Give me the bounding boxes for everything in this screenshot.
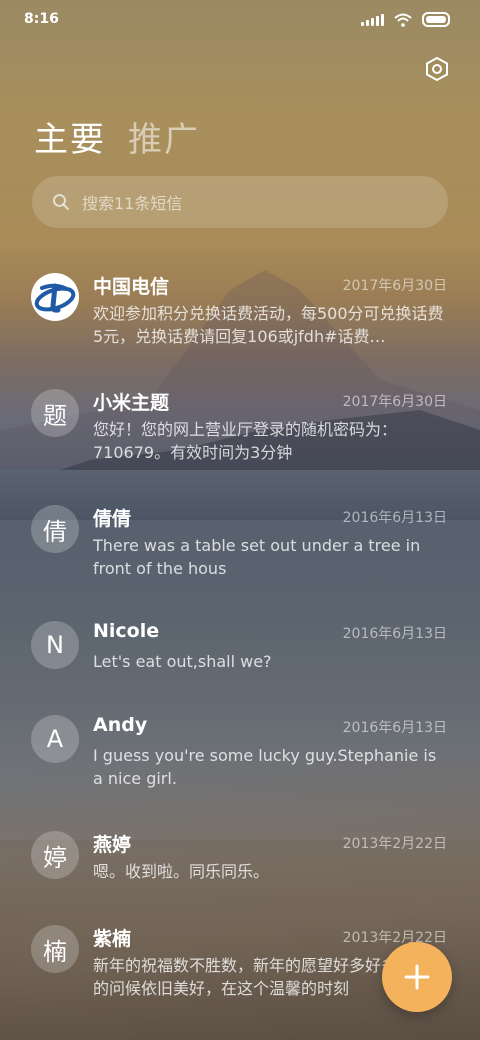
wifi-icon — [394, 13, 412, 27]
conversation-name: 倩倩 — [93, 508, 132, 530]
search-icon — [53, 194, 69, 210]
china-telecom-logo-icon — [31, 273, 79, 321]
conversation-date: 2016年6月13日 — [342, 626, 447, 642]
avatar: 楠 — [31, 925, 79, 973]
status-bar: 8:16 — [0, 0, 480, 40]
conversation-preview: There was a table set out under a tree i… — [93, 536, 421, 578]
new-message-button[interactable] — [382, 942, 452, 1012]
conversation-item[interactable]: 倩 倩倩 2016年6月13日 There was a table set ou… — [0, 504, 480, 596]
conversation-name: 中国电信 — [93, 276, 170, 298]
conversation-date: 2016年6月13日 — [342, 720, 447, 736]
conversation-preview: 您好！您的网上营业厅登录的随机密码为：710679。有效时间为3分钟 — [93, 420, 398, 462]
avatar: N — [31, 621, 79, 669]
conversation-date: 2016年6月13日 — [342, 510, 447, 526]
conversation-name: 燕婷 — [93, 834, 132, 856]
avatar: 倩 — [31, 505, 79, 553]
conversation-preview: I guess you're some lucky guy.Stephanie … — [93, 746, 437, 788]
conversation-name: 小米主题 — [93, 392, 170, 414]
system-icons — [361, 12, 450, 27]
avatar: 题 — [31, 389, 79, 437]
battery-icon — [422, 12, 450, 27]
conversation-item[interactable]: 婷 燕婷 2013年2月22日 嗯。收到啦。同乐同乐。 — [0, 830, 480, 922]
conversation-item[interactable]: 题 小米主题 2017年6月30日 您好！您的网上营业厅登录的随机密码为：710… — [0, 388, 480, 480]
settings-icon[interactable] — [424, 56, 450, 82]
tab-bar: 主要 推广 — [34, 112, 200, 161]
status-time: 8:16 — [24, 11, 59, 27]
tab-promotions[interactable]: 推广 — [128, 112, 200, 161]
conversation-date: 2013年2月22日 — [342, 836, 447, 852]
conversation-item[interactable]: A Andy 2016年6月13日 I guess you're some lu… — [0, 714, 480, 806]
conversation-item[interactable]: 中国电信 2017年6月30日 欢迎参加积分兑换话费活动，每500分可兑换话费5… — [0, 272, 480, 364]
plus-icon — [404, 964, 430, 990]
conversation-date: 2017年6月30日 — [342, 278, 447, 294]
conversation-name: Nicole — [93, 620, 160, 642]
conversation-preview: Let's eat out,shall we? — [93, 652, 272, 671]
signal-icon — [361, 13, 384, 26]
avatar: A — [31, 715, 79, 763]
search-bar[interactable]: 搜索11条短信 — [32, 176, 448, 228]
conversation-date: 2013年2月22日 — [342, 930, 447, 946]
conversation-preview: 嗯。收到啦。同乐同乐。 — [93, 862, 270, 881]
conversation-preview: 欢迎参加积分兑换话费活动，每500分可兑换话费5元，兑换话费请回复106或jfd… — [93, 304, 444, 346]
tab-primary[interactable]: 主要 — [34, 112, 106, 161]
avatar: 婷 — [31, 831, 79, 879]
conversation-item[interactable]: N Nicole 2016年6月13日 Let's eat out,shall … — [0, 620, 480, 712]
conversation-date: 2017年6月30日 — [342, 394, 447, 410]
conversation-name: 紫楠 — [93, 928, 132, 950]
search-input[interactable]: 搜索11条短信 — [82, 190, 182, 214]
conversation-name: Andy — [93, 714, 148, 736]
